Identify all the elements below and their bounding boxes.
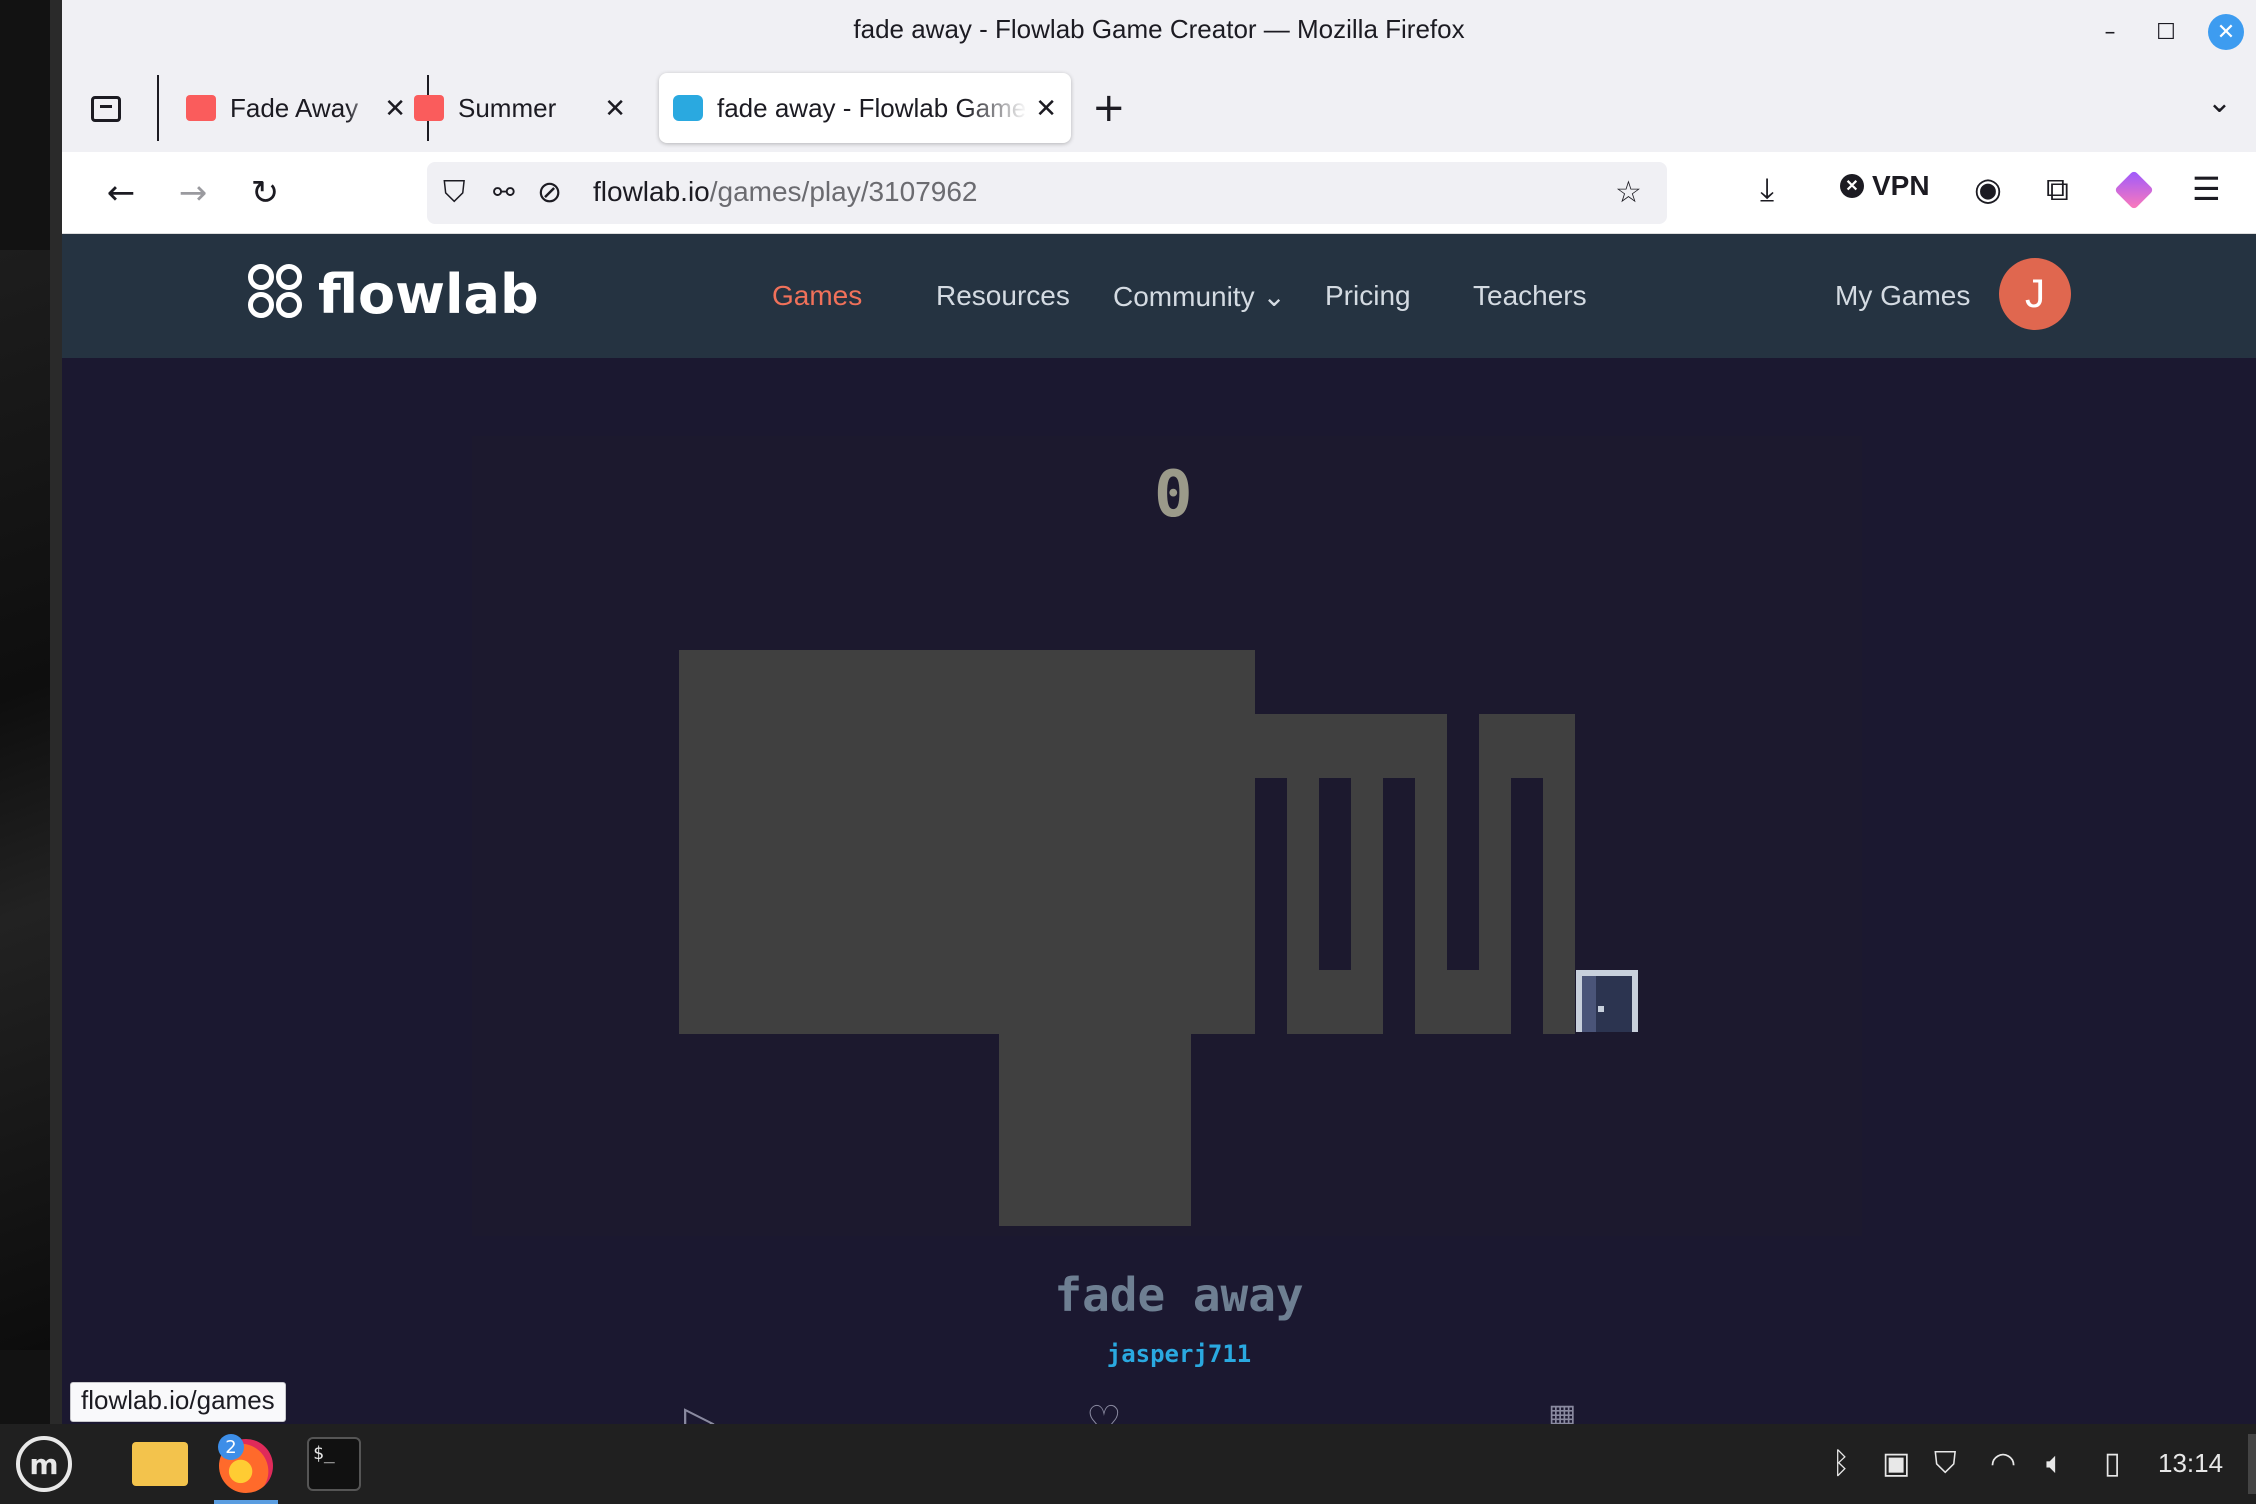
vpn-off-icon: ✕ (1840, 174, 1864, 198)
score-counter: 0 (1154, 458, 1193, 532)
taskbar: m 2 $_ ᛒ ▣ ⛉ ◠ 🔈︎ ▯ 13:14 (0, 1424, 2256, 1504)
permissions-icon[interactable]: ⚯ (493, 178, 515, 208)
grid-icon[interactable]: ▦ (1548, 1398, 1576, 1424)
forward-button[interactable]: → (168, 168, 218, 218)
flowlab-logo[interactable]: flowlab (246, 262, 539, 326)
flowlab-header: flowlab Games Resources Community ⌄ Pric… (62, 234, 2256, 358)
platform-block (1287, 778, 1319, 1034)
extensions-icon[interactable]: ⧉ (2046, 170, 2069, 209)
start-menu-button[interactable]: m (12, 1432, 76, 1496)
platform-block (1543, 778, 1575, 1034)
update-shield-icon[interactable]: ⛉ (1934, 1446, 1957, 1481)
tab-label: Fade Away (230, 92, 359, 123)
game-page: 0 fade away jasperj711 ▷ ♡ ▦ flowlab.io/… (62, 358, 2256, 1424)
platform-block (1479, 778, 1511, 1034)
link-status-tooltip: flowlab.io/games (70, 1382, 286, 1422)
close-button[interactable]: ✕ (2208, 14, 2244, 50)
itch-icon (414, 95, 444, 121)
avatar[interactable]: J (1999, 258, 2071, 330)
exit-door (1576, 970, 1638, 1032)
nav-teachers[interactable]: Teachers (1473, 280, 1587, 312)
platform-block (999, 1034, 1191, 1226)
wifi-icon[interactable]: ◠ (1990, 1446, 2016, 1481)
title-bar: fade away - Flowlab Game Creator — Mozil… (62, 0, 2256, 65)
platform-block (1479, 714, 1575, 778)
bluetooth-icon[interactable]: ᛒ (1832, 1446, 1850, 1481)
game-author-link[interactable]: jasperj711 (62, 1340, 2256, 1368)
firefox-window: fade away - Flowlab Game Creator — Mozil… (50, 0, 2256, 1424)
window-title: fade away - Flowlab Game Creator — Mozil… (853, 14, 1465, 44)
nav-pricing[interactable]: Pricing (1325, 280, 1411, 312)
minimize-button[interactable]: – (2092, 14, 2128, 50)
tab-flowlab-active[interactable]: fade away - Flowlab Game Creator ✕ (659, 73, 1071, 143)
platform-block (1351, 778, 1383, 1034)
heart-icon[interactable]: ♡ (1086, 1398, 1122, 1424)
platform-block (1351, 714, 1447, 778)
terminal-icon: $_ (307, 1437, 361, 1491)
url-host: flowlab.io (593, 176, 710, 207)
battery-icon[interactable]: ▯ (2104, 1446, 2121, 1481)
url-path: /games/play/3107962 (709, 176, 978, 207)
menu-icon[interactable]: ☰ (2192, 170, 2221, 208)
nav-community[interactable]: Community ⌄ (1113, 280, 1286, 313)
folder-icon (132, 1442, 188, 1486)
play-icon[interactable]: ▷ (684, 1398, 715, 1424)
account-icon[interactable]: ◉ (1974, 170, 2002, 208)
clipboard-icon[interactable]: ▣ (1882, 1446, 1910, 1481)
platform-block (679, 650, 1255, 1034)
back-button[interactable]: ← (96, 168, 146, 218)
tab-label: fade away - Flowlab Game Creator (717, 92, 1027, 123)
logo-text: flowlab (318, 262, 539, 326)
bookmark-star-icon[interactable]: ☆ (1615, 175, 1642, 210)
url-text[interactable]: flowlab.io/games/play/3107962 (593, 176, 977, 208)
nav-resources[interactable]: Resources (936, 280, 1070, 312)
tab-bar: Fade Away ✕ Summer ✕ fade away - Flowlab… (62, 65, 2256, 152)
tab-summer[interactable]: Summer ✕ (400, 73, 640, 143)
vpn-label: VPN (1872, 170, 1930, 201)
desktop-wallpaper (0, 250, 55, 1350)
tab-close-icon[interactable]: ✕ (1035, 93, 1057, 124)
clock[interactable]: 13:14 (2158, 1448, 2223, 1479)
url-bar[interactable]: ⛉ ⚯ ⊘ flowlab.io/games/play/3107962 ☆ (427, 162, 1667, 224)
tracking-protection-icon[interactable]: ⊘ (537, 175, 562, 210)
vpn-button[interactable]: ✕ VPN (1840, 170, 1930, 202)
tab-separator (157, 75, 159, 141)
downloads-icon[interactable]: ⤓ (1760, 170, 1774, 209)
nav-community-label: Community (1113, 281, 1255, 312)
files-app[interactable] (128, 1432, 192, 1496)
tab-label: Summer (458, 92, 557, 123)
terminal-app[interactable]: $_ (302, 1432, 366, 1496)
nav-my-games[interactable]: My Games (1835, 280, 1970, 312)
volume-icon[interactable]: 🔈︎ (2046, 1446, 2064, 1481)
game-title: fade away (1054, 1268, 1304, 1322)
tab-fade-away[interactable]: Fade Away ✕ (172, 73, 420, 143)
reload-button[interactable]: ↻ (240, 168, 290, 218)
window-count-badge: 2 (218, 1434, 244, 1460)
navigation-toolbar: ← → ↻ ⛉ ⚯ ⊘ flowlab.io/games/play/310796… (62, 152, 2256, 234)
chevron-down-icon: ⌄ (1262, 281, 1286, 312)
new-tab-button[interactable]: + (1092, 85, 1126, 131)
nav-games[interactable]: Games (772, 280, 862, 312)
itch-icon (186, 95, 216, 121)
firefox-app[interactable]: 2 (214, 1432, 278, 1504)
tab-list-icon (91, 96, 121, 122)
shield-icon[interactable]: ⛉ (443, 175, 466, 210)
list-all-tabs-button[interactable]: ⌄ (2207, 85, 2232, 120)
show-desktop-button[interactable] (2248, 1434, 2256, 1494)
door-icon (1582, 976, 1632, 1032)
platform-block (1415, 778, 1447, 1034)
extension-gem-icon[interactable] (2114, 170, 2154, 210)
flowlab-icon (673, 95, 703, 121)
tab-close-icon[interactable]: ✕ (604, 93, 626, 124)
flowlab-logo-icon (246, 262, 310, 326)
linux-mint-icon: m (16, 1436, 72, 1492)
maximize-button[interactable]: ☐ (2148, 14, 2184, 50)
firefox-view-button[interactable] (84, 87, 128, 131)
